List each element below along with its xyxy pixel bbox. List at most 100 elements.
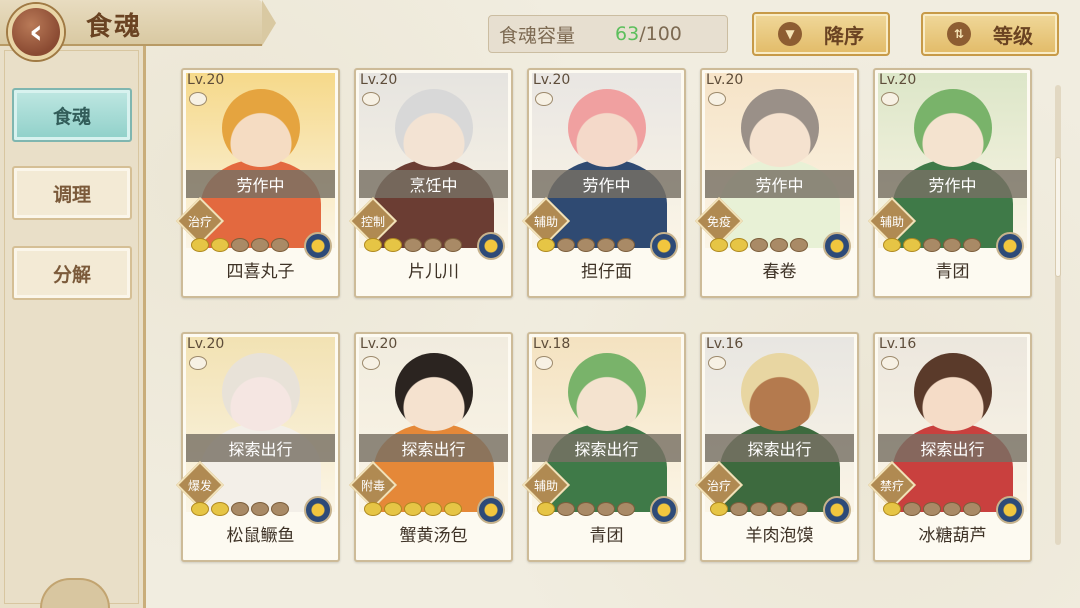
role-label: 治疗 (187, 214, 212, 229)
level-label: Lv.16 (706, 336, 744, 352)
star-icon (364, 238, 382, 252)
star-icon (923, 502, 941, 516)
page-title: 食魂 (86, 12, 143, 42)
card-name: 松鼠鳜鱼 (226, 526, 295, 546)
star-icon (730, 238, 748, 252)
swap-arrows-icon: ⇅ (947, 22, 971, 46)
star-icon (617, 238, 635, 252)
card-name: 冰糖葫芦 (918, 526, 987, 546)
character-head (394, 353, 473, 431)
capacity-max: /100 (639, 23, 682, 45)
role-label: 禁疗 (879, 478, 904, 493)
star-icon (790, 238, 808, 252)
status-badge: 劳作中 (532, 170, 681, 198)
level-label: Lv.20 (706, 72, 744, 88)
character-head (567, 89, 646, 167)
sidebar-item-food-soul[interactable]: 食魂 (12, 88, 132, 142)
star-icon (231, 238, 249, 252)
rarity-stars (883, 502, 981, 516)
rarity-stars (191, 502, 289, 516)
card-name: 担仔面 (581, 262, 632, 282)
scrollbar[interactable] (1055, 85, 1061, 545)
back-button[interactable]: ‹ (8, 4, 64, 60)
status-badge: 劳作中 (186, 170, 335, 198)
capacity-current: 63 (615, 23, 640, 45)
star-icon (710, 238, 728, 252)
food-soul-card[interactable]: Lv.20 探索出行 附毒 蟹黄汤包 (348, 332, 513, 562)
scrollbar-thumb[interactable] (1055, 157, 1061, 277)
bowl-icon (708, 356, 726, 370)
bowl-icon (189, 92, 207, 106)
star-icon (903, 238, 921, 252)
decorative-ornament (40, 578, 110, 608)
food-soul-card[interactable]: Lv.16 探索出行治疗羊肉泡馍 (694, 332, 859, 562)
sort-order-button[interactable]: ▼ 降序 (752, 12, 890, 56)
flower-element-icon (304, 496, 332, 524)
star-icon (404, 502, 422, 516)
flower-element-icon (477, 232, 505, 260)
status-badge: 劳作中 (878, 170, 1027, 198)
star-icon (710, 502, 728, 516)
flower-element-icon (996, 496, 1024, 524)
sort-level-button[interactable]: ⇅ 等级 (921, 12, 1059, 56)
food-soul-card[interactable]: Lv.18 探索出行 辅助 青团 (521, 332, 686, 562)
food-soul-card[interactable]: Lv.20 劳作中 治疗 四喜丸子 (175, 68, 340, 298)
card-name: 蟹黄汤包 (399, 526, 468, 546)
star-icon (404, 238, 422, 252)
card-name: 羊肉泡馍 (745, 526, 814, 546)
role-label: 免疫 (706, 214, 731, 229)
star-icon (444, 238, 462, 252)
character-head (221, 89, 300, 167)
card-name: 片儿川 (408, 262, 459, 282)
level-label: Lv.20 (879, 72, 917, 88)
sidebar-item-label: 分解 (52, 263, 91, 286)
role-label: 爆发 (187, 478, 212, 493)
sidebar-item-cultivate[interactable]: 调理 (12, 166, 132, 220)
food-soul-card[interactable]: Lv.20 烹饪中 控制 片儿川 (348, 68, 513, 298)
food-soul-card[interactable]: Lv.16 探索出行 禁疗 冰糖葫芦 (867, 332, 1032, 562)
role-label: 辅助 (533, 478, 558, 493)
star-icon (903, 502, 921, 516)
star-icon (251, 238, 269, 252)
character-head (221, 353, 300, 431)
bowl-icon (881, 356, 899, 370)
star-icon (597, 238, 615, 252)
star-icon (444, 502, 462, 516)
food-soul-card[interactable]: Lv.20 劳作中 免疫 春卷 (694, 68, 859, 298)
food-soul-card[interactable]: Lv.20 探索出行爆发松鼠鳜鱼 (175, 332, 340, 562)
star-icon (384, 502, 402, 516)
status-badge: 探索出行 (705, 434, 854, 462)
star-icon (750, 238, 768, 252)
sort-order-label: 降序 (824, 23, 864, 48)
rarity-stars (883, 238, 981, 252)
star-icon (943, 502, 961, 516)
bowl-icon (535, 356, 553, 370)
role-label: 治疗 (706, 478, 731, 493)
card-name: 春卷 (762, 262, 797, 282)
star-icon (557, 502, 575, 516)
star-icon (537, 238, 555, 252)
sidebar-item-decompose[interactable]: 分解 (12, 246, 132, 300)
card-name: 四喜丸子 (226, 262, 295, 282)
star-icon (943, 238, 961, 252)
status-badge: 探索出行 (186, 434, 335, 462)
sidebar: 食魂 调理 分解 (0, 46, 146, 608)
star-icon (617, 502, 635, 516)
star-icon (271, 238, 289, 252)
star-icon (963, 238, 981, 252)
rarity-stars (537, 238, 635, 252)
role-label: 辅助 (879, 214, 904, 229)
star-icon (770, 238, 788, 252)
level-label: Lv.20 (187, 336, 225, 352)
rarity-stars (364, 502, 462, 516)
character-head (913, 353, 992, 431)
character-head (913, 89, 992, 167)
level-label: Lv.20 (360, 72, 398, 88)
role-label: 辅助 (533, 214, 558, 229)
bowl-icon (362, 356, 380, 370)
food-soul-card[interactable]: Lv.20 劳作中 辅助 担仔面 (521, 68, 686, 298)
rarity-stars (364, 238, 462, 252)
sidebar-item-label: 调理 (52, 183, 91, 206)
food-soul-card[interactable]: Lv.20 劳作中 辅助 青团 (867, 68, 1032, 298)
character-head (394, 89, 473, 167)
